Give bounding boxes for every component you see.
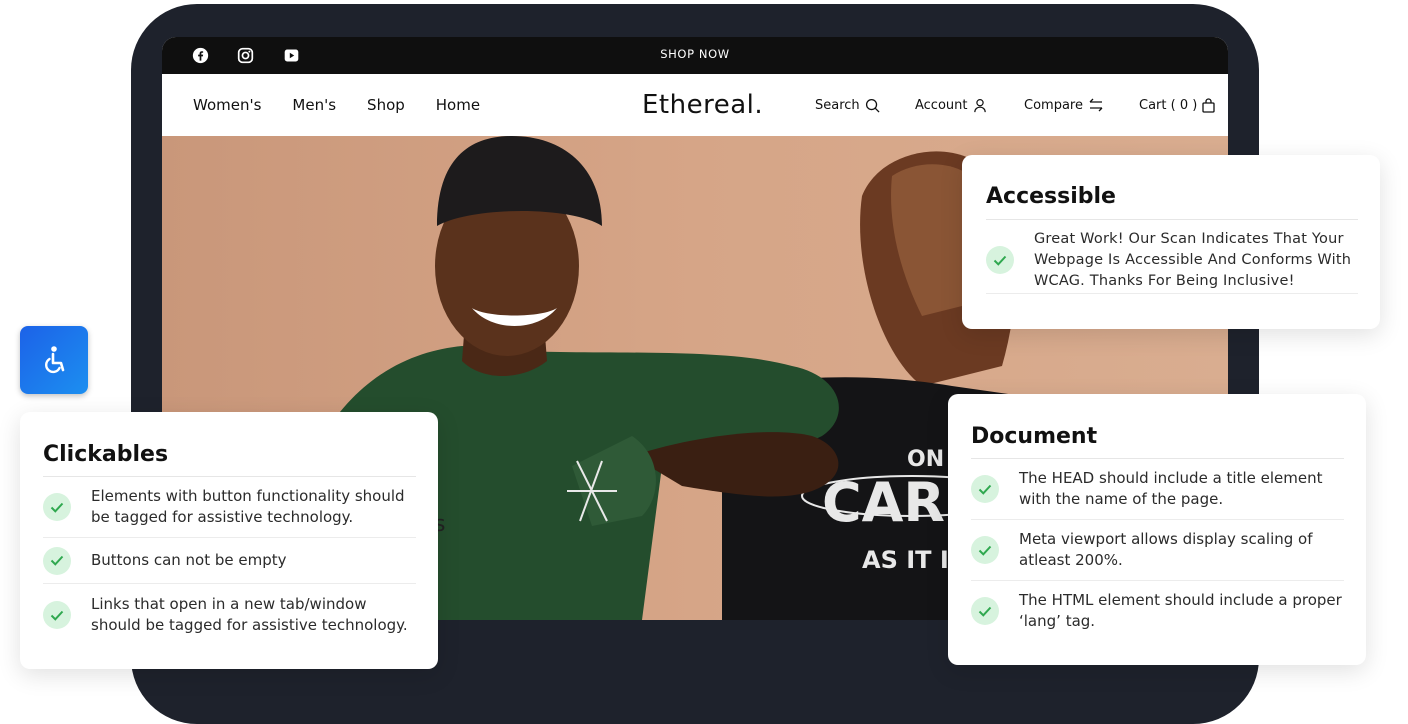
compare-arrows-icon xyxy=(1089,98,1103,112)
cart-label: Cart ( 0 ) xyxy=(1139,97,1198,113)
list-item: Buttons can not be empty xyxy=(43,538,416,584)
list-item-text: Meta viewport allows display scaling of … xyxy=(1019,530,1313,569)
check-icon xyxy=(43,601,71,629)
announcement-bar: SHOP NOW xyxy=(162,37,1228,74)
accessible-result-item: Great Work! Our Scan Indicates That Your… xyxy=(986,227,1358,294)
cart-button[interactable]: Cart ( 0 ) xyxy=(1139,74,1215,136)
wheelchair-icon xyxy=(45,346,65,374)
list-item: Meta viewport allows display scaling of … xyxy=(971,520,1344,581)
clickables-card-title: Clickables xyxy=(43,442,169,467)
list-item: The HEAD should include a title element … xyxy=(971,459,1344,520)
clickables-card: Clickables Elements with button function… xyxy=(20,412,438,669)
list-item-text: Elements with button functionality shoul… xyxy=(91,487,405,526)
accessible-card: Accessible Great Work! Our Scan Indicate… xyxy=(962,155,1380,329)
check-icon xyxy=(971,597,999,625)
compare-label: Compare xyxy=(1024,97,1083,113)
check-icon xyxy=(43,493,71,521)
search-label: Search xyxy=(815,97,860,113)
divider xyxy=(986,219,1358,220)
account-label: Account xyxy=(915,97,968,113)
nav-link-shop[interactable]: Shop xyxy=(367,96,405,114)
brand-logo[interactable]: Ethereal. xyxy=(642,90,763,120)
nav-link-mens[interactable]: Men's xyxy=(292,96,336,114)
shop-now-link[interactable]: SHOP NOW xyxy=(162,37,1228,74)
list-item: Links that open in a new tab/window shou… xyxy=(43,584,416,646)
check-icon xyxy=(43,546,71,575)
list-item: The HTML element should include a proper… xyxy=(971,581,1344,641)
list-item-text: Links that open in a new tab/window shou… xyxy=(91,595,408,634)
clickables-list: Elements with button functionality shoul… xyxy=(43,476,416,646)
accessible-card-title: Accessible xyxy=(986,184,1116,209)
document-card-title: Document xyxy=(971,424,1098,449)
compare-button[interactable]: Compare xyxy=(1024,74,1104,136)
list-item-text: The HEAD should include a title element … xyxy=(1019,469,1323,508)
primary-nav: Women's Men's Shop Home xyxy=(193,74,511,136)
check-icon xyxy=(971,536,999,564)
check-icon xyxy=(971,475,999,503)
list-item-text: Buttons can not be empty xyxy=(91,551,287,569)
accessibility-widget-button[interactable] xyxy=(20,326,88,394)
shopping-bag-icon xyxy=(1202,97,1215,113)
nav-link-womens[interactable]: Women's xyxy=(193,96,261,114)
main-navbar: Women's Men's Shop Home Ethereal. Search… xyxy=(162,74,1228,136)
search-icon xyxy=(865,98,880,113)
list-item: Elements with button functionality shoul… xyxy=(43,477,416,538)
document-card: Document The HEAD should include a title… xyxy=(948,394,1366,665)
list-item-text: The HTML element should include a proper… xyxy=(1019,591,1342,630)
check-icon xyxy=(986,246,1014,274)
document-list: The HEAD should include a title element … xyxy=(971,458,1344,641)
search-button[interactable]: Search xyxy=(815,74,880,136)
accessible-result-text: Great Work! Our Scan Indicates That Your… xyxy=(1034,230,1352,289)
shirt-text-on: ON xyxy=(907,447,944,472)
account-button[interactable]: Account xyxy=(915,74,987,136)
user-icon xyxy=(973,98,986,112)
nav-link-home[interactable]: Home xyxy=(436,96,480,114)
